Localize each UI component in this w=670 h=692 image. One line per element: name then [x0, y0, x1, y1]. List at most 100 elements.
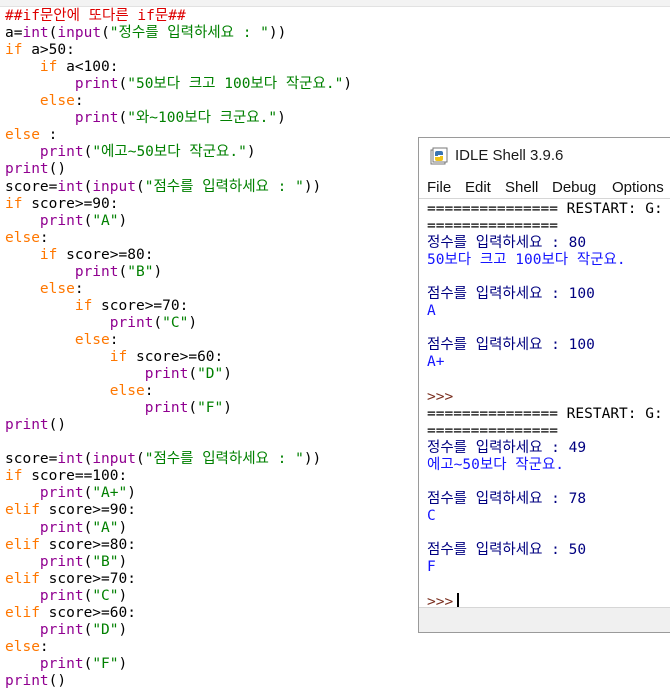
shell-titlebar[interactable]: IDLE Shell 3.9.6 — [419, 138, 670, 174]
shell-output-area[interactable]: =============== RESTART: G: =============… — [419, 198, 670, 609]
code-token: a>50: — [22, 42, 75, 59]
code-token: "B" — [127, 263, 154, 280]
code-token: print — [39, 587, 84, 604]
shell-prompt: >>> — [427, 389, 453, 406]
code-token: ) — [246, 144, 256, 161]
shell-line-text: 점수를 입력하세요 : 100 — [427, 286, 595, 303]
code-token: ( — [153, 314, 163, 331]
menu-shell[interactable]: Shell — [505, 179, 538, 196]
code-token: "D" — [92, 621, 119, 638]
code-token: print — [144, 366, 189, 383]
code-token: )) — [268, 25, 287, 42]
code-token: print — [5, 161, 49, 178]
shell-title: IDLE Shell 3.9.6 — [455, 147, 564, 164]
code-token: "A" — [92, 519, 119, 536]
code-line: else: — [5, 639, 49, 656]
code-line: else: — [5, 332, 119, 349]
shell-line: 점수를 입력하세요 : 100 — [427, 286, 595, 303]
code-token: ( — [118, 110, 128, 127]
code-token: score>=60: — [39, 604, 136, 621]
code-token: ) — [277, 110, 286, 127]
code-token: ) — [118, 212, 128, 229]
code-line: if score>=80: — [5, 247, 154, 264]
shell-line-text: 50보다 크고 100보다 작군요. — [427, 252, 626, 269]
code-line: print("D") — [5, 366, 232, 383]
code-line: print("와~100보다 크군요.") — [5, 110, 286, 127]
code-token: ##if문안에 또다른 if문## — [5, 8, 186, 24]
shell-line: 정수를 입력하세요 : 49 — [427, 440, 586, 457]
code-token: if — [109, 349, 128, 365]
shell-line: 점수를 입력하세요 : 100 — [427, 337, 595, 354]
code-line: elif score>=80: — [5, 537, 136, 554]
code-line: print() — [5, 673, 66, 690]
idle-shell-window[interactable]: IDLE Shell 3.9.6 File Edit Shell Debug O… — [418, 137, 670, 633]
code-line: print("C") — [5, 315, 197, 332]
code-token: ( — [118, 263, 128, 280]
code-line: print("B") — [5, 554, 127, 571]
code-token: : — [109, 331, 119, 348]
code-token: "C" — [162, 314, 189, 331]
code-token: int — [57, 178, 84, 195]
code-line: else: — [5, 93, 84, 110]
code-token: ( — [83, 621, 93, 638]
menu-edit[interactable]: Edit — [465, 179, 491, 196]
shell-line: A+ — [427, 354, 444, 371]
code-token: int — [57, 451, 84, 468]
code-line: elif score>=60: — [5, 605, 136, 622]
code-token: "A" — [92, 212, 119, 229]
code-line: print("A") — [5, 520, 127, 537]
shell-line: 정수를 입력하세요 : 80 — [427, 235, 586, 252]
code-token: ( — [83, 587, 93, 604]
code-token: ) — [223, 366, 233, 383]
code-line: else: — [5, 383, 154, 400]
code-token: elif — [5, 502, 40, 519]
code-token: "정수를 입력하세요 : " — [109, 25, 269, 42]
shell-line: 점수를 입력하세요 : 50 — [427, 542, 586, 559]
code-token: : — [74, 93, 84, 110]
code-line: ##if문안에 또다른 if문## — [5, 8, 186, 25]
code-token: ) — [188, 314, 198, 331]
menu-options[interactable]: Options — [612, 179, 664, 196]
code-line: score=int(input("점수를 입력하세요 : ")) — [5, 179, 321, 196]
code-token: () — [48, 161, 67, 178]
code-token: score>=70: — [39, 570, 136, 587]
code-token: ) — [223, 400, 233, 417]
shell-line-text: C — [427, 507, 436, 524]
code-token: ) — [118, 655, 128, 672]
code-token: print — [5, 417, 49, 434]
code-token: ( — [83, 553, 93, 570]
shell-line: C — [427, 508, 436, 525]
code-token: : — [39, 127, 58, 144]
code-token: "F" — [197, 400, 224, 417]
code-token: "A+" — [92, 485, 128, 502]
code-token: else — [5, 127, 40, 144]
code-token: print — [39, 485, 84, 502]
code-token: input — [92, 451, 136, 468]
code-token: print — [39, 621, 84, 638]
menu-debug[interactable]: Debug — [552, 179, 596, 196]
code-line: print("F") — [5, 656, 127, 673]
code-token: a= — [5, 25, 23, 42]
shell-statusbar — [419, 607, 670, 632]
code-token: a<100: — [57, 59, 119, 76]
code-token: "와~100보다 크군요." — [127, 110, 278, 127]
code-token: print — [109, 314, 154, 331]
code-token: () — [48, 417, 67, 434]
code-token: "C" — [92, 587, 119, 604]
code-token: score>=60: — [127, 349, 224, 365]
code-line: print() — [5, 417, 66, 434]
code-token: print — [5, 672, 49, 689]
code-line: if score==100: — [5, 468, 127, 485]
menu-file[interactable]: File — [427, 179, 451, 196]
code-token: "에고~50보다 작군요." — [92, 144, 247, 161]
code-token: ) — [118, 621, 128, 638]
